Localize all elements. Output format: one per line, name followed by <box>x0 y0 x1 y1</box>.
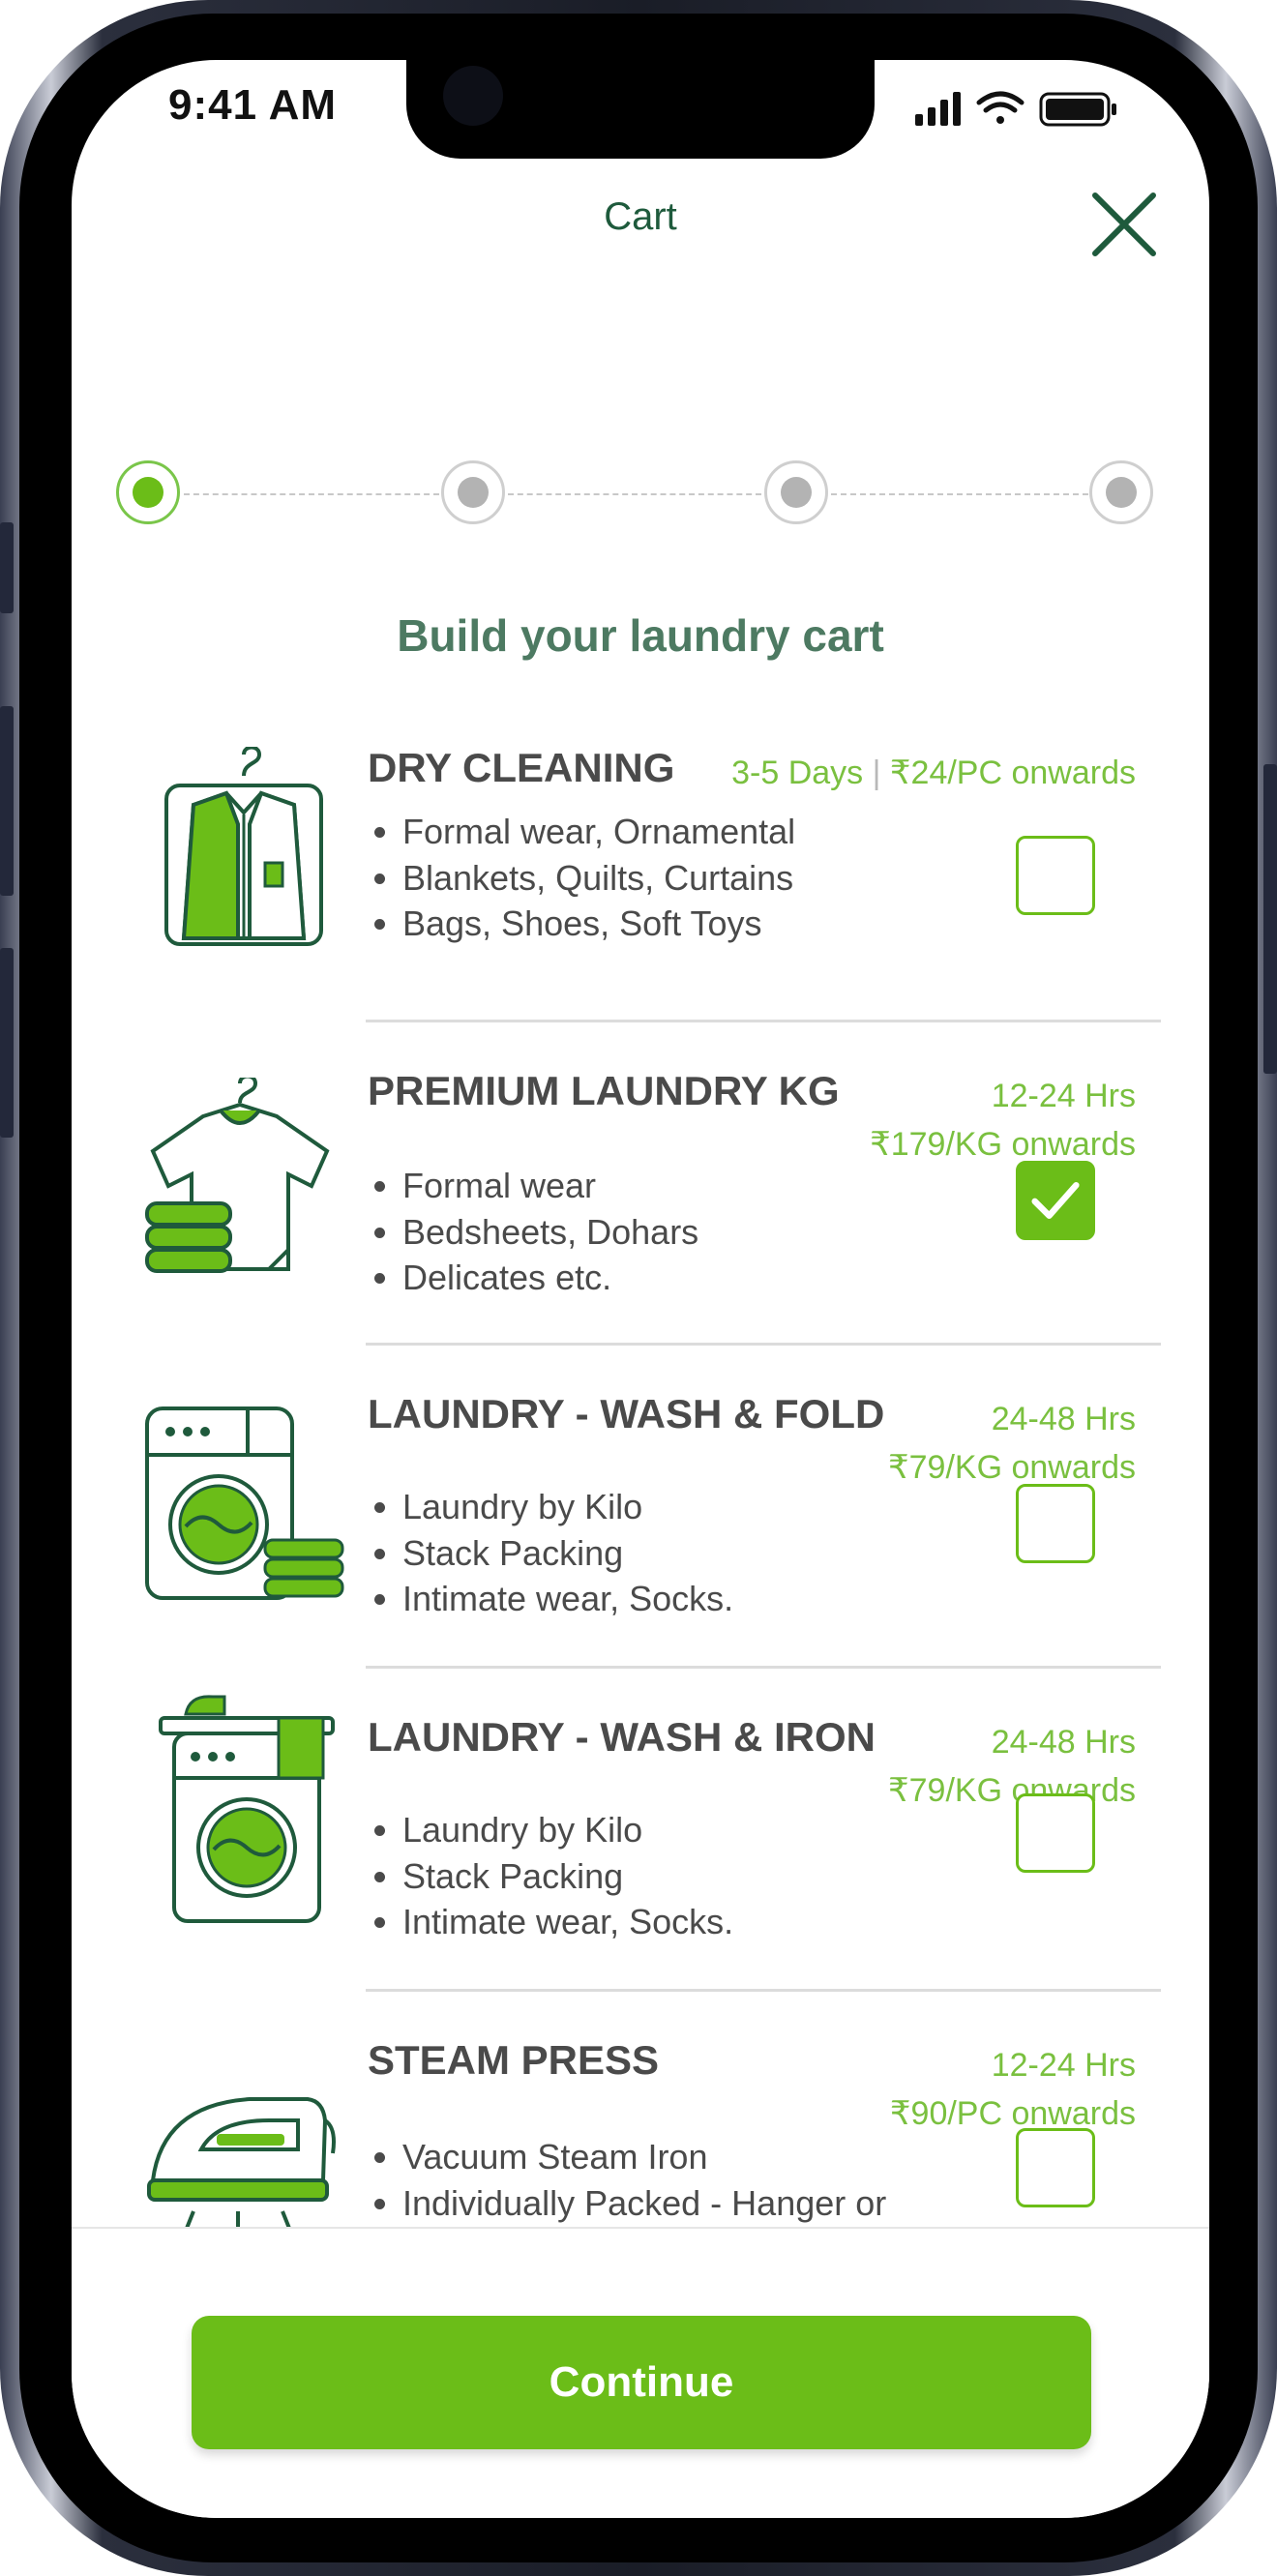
service-price: ₹24/PC onwards <box>889 755 1136 791</box>
feature-item: Intimate wear, Socks. <box>402 1576 733 1622</box>
service-price: ₹90/PC onwards <box>889 2095 1136 2132</box>
step-connector <box>831 493 1088 495</box>
service-features: Laundry by Kilo Stack Packing Intimate w… <box>368 1484 733 1622</box>
divider <box>366 1343 1161 1346</box>
service-duration: 12-24 Hrs <box>991 2047 1136 2084</box>
volume-up-button <box>0 706 14 896</box>
progress-stepper <box>116 457 1167 534</box>
close-icon[interactable] <box>1091 192 1157 257</box>
service-name: LAUNDRY - WASH & IRON <box>368 1714 876 1760</box>
service-meta: 24-48 Hrs ₹79/KG onwards <box>888 1718 1136 1815</box>
service-name: DRY CLEANING <box>368 745 675 790</box>
feature-item: Intimate wear, Socks. <box>402 1899 733 1945</box>
service-meta: 3-5 Days | ₹24/PC onwards <box>731 755 1136 791</box>
service-meta: 12-24 Hrs ₹90/PC onwards <box>890 2041 1136 2138</box>
service-name: STEAM PRESS <box>368 2037 660 2083</box>
feature-item: Formal wear, Ornamental <box>402 809 795 855</box>
service-price: ₹179/KG onwards <box>870 1126 1136 1163</box>
service-premium-laundry: PREMIUM LAUNDRY KG 12-24 Hrs ₹179/KG onw… <box>72 1068 1209 1387</box>
service-meta: 24-48 Hrs ₹79/KG onwards <box>888 1395 1136 1492</box>
select-checkbox-dry-cleaning[interactable] <box>1016 836 1095 915</box>
service-meta: 12-24 Hrs ₹179/KG onwards <box>870 1072 1136 1169</box>
select-checkbox-wash-fold[interactable] <box>1016 1484 1095 1563</box>
battery-icon <box>1039 92 1116 127</box>
service-duration: 24-48 Hrs <box>991 1724 1136 1761</box>
step-1 <box>116 460 180 524</box>
service-price: ₹79/KG onwards <box>888 1449 1136 1486</box>
service-wash-fold: LAUNDRY - WASH & FOLD 24-48 Hrs ₹79/KG o… <box>72 1391 1209 1710</box>
section-title: Build your laundry cart <box>397 610 884 661</box>
signal-icon <box>915 92 961 126</box>
select-checkbox-premium-laundry[interactable] <box>1016 1161 1095 1240</box>
feature-item: Vacuum Steam Iron <box>402 2134 906 2180</box>
step-connector <box>508 493 761 495</box>
washing-machine-iron-icon <box>159 1695 335 1923</box>
step-2 <box>441 460 505 524</box>
app-screen: 9:41 AM Cart Build your laundry cart DRY… <box>72 60 1209 2518</box>
washing-machine-icon <box>145 1406 344 1600</box>
service-duration: 24-48 Hrs <box>991 1401 1136 1437</box>
silent-switch <box>0 522 14 613</box>
select-checkbox-steam-press[interactable] <box>1016 2128 1095 2207</box>
service-name: PREMIUM LAUNDRY KG <box>368 1068 840 1113</box>
feature-item: Bags, Shoes, Soft Toys <box>402 901 795 947</box>
feature-item: Blankets, Quilts, Curtains <box>402 855 795 902</box>
divider <box>366 1989 1161 1992</box>
service-price: ₹79/KG onwards <box>888 1772 1136 1809</box>
feature-item: Laundry by Kilo <box>402 1807 733 1853</box>
service-duration: 3-5 Days <box>731 755 864 791</box>
checkmark-icon <box>1031 1182 1080 1219</box>
bottom-action-bar: Continue <box>72 2227 1209 2518</box>
divider <box>366 1020 1161 1022</box>
status-time: 9:41 AM <box>168 81 338 129</box>
feature-item: Bedsheets, Dohars <box>402 1209 698 1256</box>
divider <box>366 1666 1161 1669</box>
service-features: Laundry by Kilo Stack Packing Intimate w… <box>368 1807 733 1945</box>
step-3 <box>764 460 828 524</box>
service-features: Formal wear, Ornamental Blankets, Quilts… <box>368 809 795 947</box>
service-duration: 12-24 Hrs <box>991 1078 1136 1114</box>
step-connector <box>184 493 439 495</box>
service-dry-cleaning: DRY CLEANING 3-5 Days | ₹24/PC onwards F… <box>72 745 1209 1064</box>
service-name: LAUNDRY - WASH & FOLD <box>368 1391 885 1436</box>
front-camera <box>443 66 503 126</box>
garment-bag-icon <box>164 747 323 946</box>
wifi-icon <box>976 91 1025 124</box>
select-checkbox-wash-iron[interactable] <box>1016 1793 1095 1873</box>
volume-down-button <box>0 948 14 1138</box>
power-button <box>1263 764 1277 1074</box>
service-wash-iron: LAUNDRY - WASH & IRON 24-48 Hrs ₹79/KG o… <box>72 1695 1209 2033</box>
status-icons <box>915 91 1116 127</box>
feature-item: Delicates etc. <box>402 1255 698 1301</box>
feature-item: Formal wear <box>402 1163 698 1209</box>
tshirt-hanger-icon <box>145 1078 330 1273</box>
feature-item: Stack Packing <box>402 1530 733 1577</box>
service-features: Formal wear Bedsheets, Dohars Delicates … <box>368 1163 698 1301</box>
page-title: Cart <box>604 195 677 238</box>
continue-button[interactable]: Continue <box>192 2316 1091 2449</box>
feature-item: Stack Packing <box>402 1853 733 1900</box>
feature-item: Laundry by Kilo <box>402 1484 733 1530</box>
step-4 <box>1089 460 1153 524</box>
